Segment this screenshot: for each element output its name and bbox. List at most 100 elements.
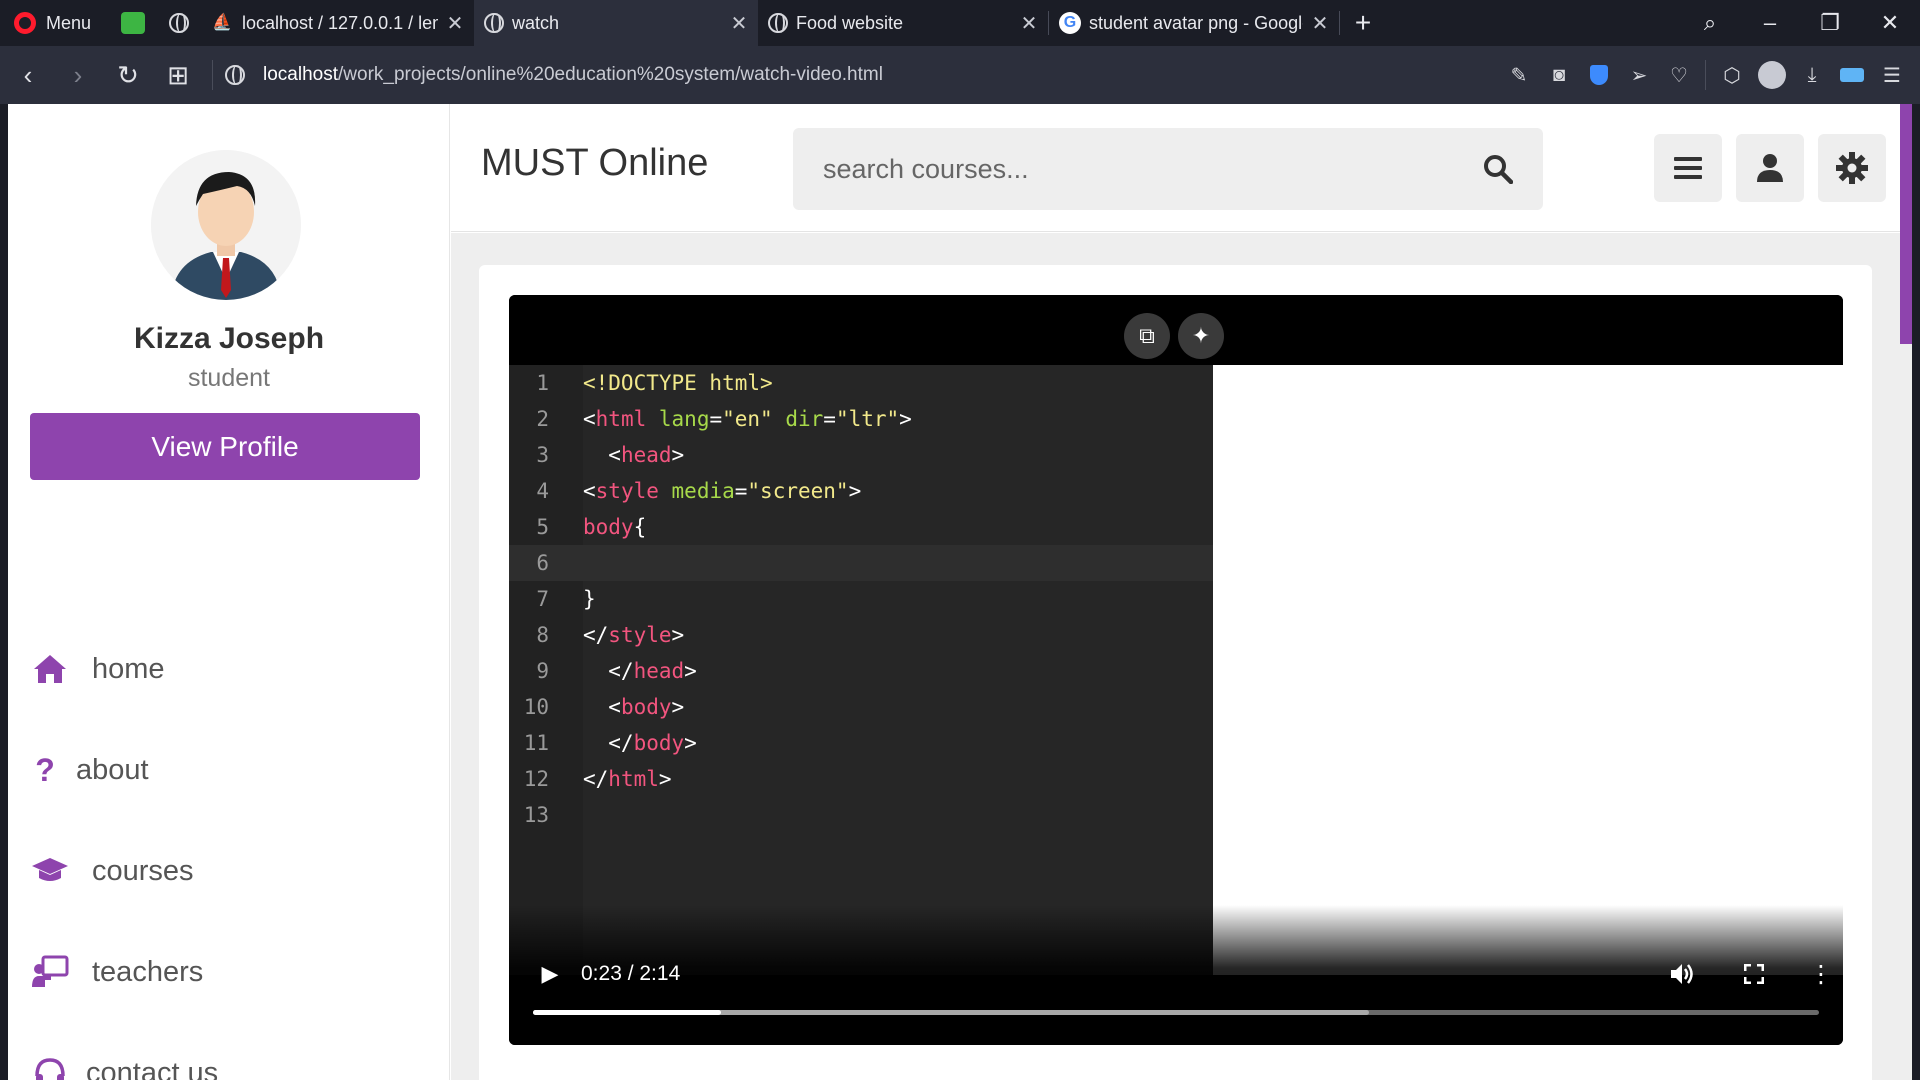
browser-toolbar: ✎ ◙ ➢ ♡ ⬡ ⤓ ☰ (1499, 53, 1912, 97)
view-profile-button[interactable]: View Profile (30, 413, 420, 480)
code-line: 2 <html lang="en" dir="ltr"> (509, 401, 1213, 437)
code-line: 1 <!DOCTYPE html> (509, 365, 1213, 401)
forward-icon[interactable]: › (56, 53, 100, 97)
menu-button[interactable] (1654, 134, 1722, 202)
tab-title: watch (512, 12, 560, 33)
account-icon[interactable] (1752, 53, 1792, 97)
sparkle-icon[interactable]: ✦ (1178, 313, 1224, 359)
tabs-grid-icon[interactable]: ⊞ (156, 53, 200, 97)
tab-food-website[interactable]: Food website ✕ (758, 0, 1048, 46)
more-options-icon[interactable]: ⋮ (1803, 956, 1839, 992)
sidebar-item-courses[interactable]: courses (30, 841, 194, 901)
tab-google-search[interactable]: G student avatar png - Google ✕ (1049, 0, 1339, 46)
heart-icon[interactable]: ♡ (1659, 53, 1699, 97)
globe-icon (169, 13, 189, 33)
line-number: 4 (536, 479, 549, 503)
line-number: 3 (536, 443, 549, 467)
sidebar-item-label: contact us (86, 1056, 219, 1080)
restore-icon[interactable]: ❐ (1800, 0, 1860, 46)
globe-icon (484, 13, 504, 33)
code-line: 11 </body> (509, 725, 1213, 761)
page-scrollbar[interactable] (1900, 104, 1912, 344)
sidebar-item-label: courses (92, 854, 194, 887)
search-tabs-icon[interactable]: ⌕ (1680, 0, 1740, 46)
code-line: 6 (509, 545, 1213, 581)
code-text: </body> (583, 731, 697, 755)
download-icon[interactable]: ⤓ (1792, 53, 1832, 97)
settings-button[interactable] (1818, 134, 1886, 202)
search-input[interactable] (823, 153, 1483, 185)
url-field[interactable]: localhost/work_projects/online%20educati… (225, 64, 1499, 86)
search-form (793, 128, 1543, 210)
code-line: 13 (509, 797, 1213, 833)
sidebar-item-about[interactable]: ? about (30, 740, 148, 800)
send-icon[interactable]: ➢ (1619, 53, 1659, 97)
search-icon[interactable] (1483, 154, 1513, 184)
extensions-icon[interactable]: ⬡ (1712, 53, 1752, 97)
tab-watch[interactable]: watch ✕ (474, 0, 758, 46)
video-controls: ▶ 0:23 / 2:14 ⋮ (509, 949, 1843, 999)
tab-phpmyadmin[interactable]: ⛵ localhost / 127.0.0.1 / lemed ✕ (202, 0, 474, 46)
sidebar-item-contact[interactable]: contact us (30, 1043, 218, 1080)
video-time: 0:23 / 2:14 (581, 962, 681, 985)
back-icon[interactable]: ‹ (6, 53, 50, 97)
video-player[interactable]: ⧉ ✦ 1 <!DOCTYPE html> 2 <html lang="en" dir… (509, 295, 1843, 1045)
new-tab-button[interactable]: + (1340, 0, 1386, 46)
minimize-icon[interactable]: – (1740, 0, 1800, 46)
browser-menu-button[interactable]: Menu (0, 0, 110, 46)
edit-icon[interactable]: ✎ (1499, 53, 1539, 97)
close-icon[interactable]: ✕ (446, 11, 464, 36)
vpn-shield-icon[interactable] (1579, 53, 1619, 97)
graduation-cap-icon (30, 851, 70, 891)
close-icon[interactable]: ✕ (730, 11, 748, 36)
picture-in-picture-icon[interactable]: ⧉ (1124, 313, 1170, 359)
teacher-icon (30, 952, 70, 992)
line-number: 6 (536, 551, 549, 575)
sidebar-item-home[interactable]: home (30, 639, 165, 699)
battery-saver-icon[interactable] (1832, 53, 1872, 97)
line-number: 2 (536, 407, 549, 431)
line-number: 10 (523, 695, 549, 719)
web-page: Kizza Joseph student View Profile home ?… (8, 104, 1912, 1080)
line-number: 8 (536, 623, 549, 647)
home-icon (30, 649, 70, 689)
code-line: 8 </style> (509, 617, 1213, 653)
code-line: 9 </head> (509, 653, 1213, 689)
fullscreen-icon[interactable] (1736, 956, 1772, 992)
video-progress-bar[interactable] (533, 1010, 1819, 1015)
play-icon[interactable]: ▶ (535, 959, 565, 989)
tab-title: localhost / 127.0.0.1 / lemed (242, 12, 438, 33)
reload-icon[interactable]: ↻ (106, 53, 150, 97)
user-icon (1757, 154, 1783, 182)
code-text: </style> (583, 623, 685, 647)
volume-icon[interactable] (1664, 956, 1700, 992)
progress-played (533, 1010, 721, 1015)
student-avatar-image (151, 150, 301, 300)
divider (212, 60, 213, 90)
pinned-tab-web[interactable] (156, 0, 202, 46)
code-text: <style media="screen"> (583, 479, 862, 503)
divider (1705, 60, 1706, 90)
url-host: localhost (263, 64, 338, 85)
opera-logo-icon (14, 12, 36, 34)
site-info-icon[interactable] (225, 65, 245, 85)
google-icon: G (1059, 12, 1081, 34)
hamburger-icon (1674, 157, 1702, 179)
site-logo[interactable]: MUST Online (481, 142, 708, 185)
camera-icon[interactable]: ◙ (1539, 53, 1579, 97)
window-controls: ⌕ – ❐ ✕ (1680, 0, 1920, 46)
code-text: } (583, 587, 596, 611)
sidebar-item-teachers[interactable]: teachers (30, 942, 203, 1002)
browser-menu-label: Menu (46, 12, 92, 33)
pinned-tab-whatsapp[interactable] (110, 0, 156, 46)
easy-setup-icon[interactable]: ☰ (1872, 53, 1912, 97)
phpmyadmin-icon: ⛵ (212, 14, 232, 31)
close-window-icon[interactable]: ✕ (1860, 0, 1920, 46)
close-icon[interactable]: ✕ (1311, 11, 1329, 36)
code-text: <body> (583, 695, 685, 719)
user-button[interactable] (1736, 134, 1804, 202)
address-bar: ‹ › ↻ ⊞ localhost/work_projects/online%2… (0, 46, 1920, 104)
code-text: <head> (583, 443, 685, 467)
code-text: </html> (583, 767, 672, 791)
close-icon[interactable]: ✕ (1020, 11, 1038, 36)
